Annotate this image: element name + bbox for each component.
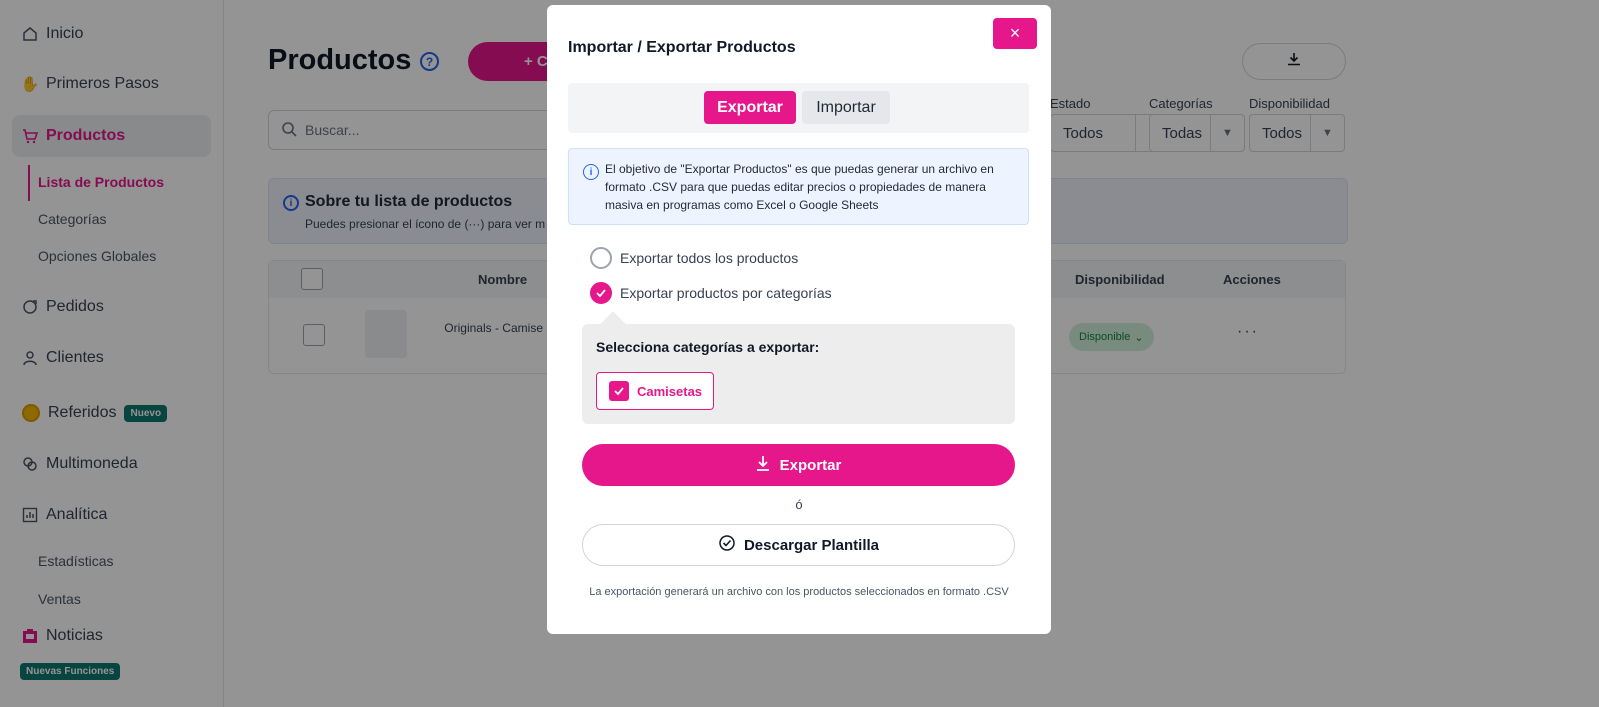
close-icon: × xyxy=(1009,23,1021,43)
category-chip-camisetas[interactable]: Camisetas xyxy=(596,372,714,410)
or-separator: ó xyxy=(795,497,803,512)
category-selector: Selecciona categorías a exportar: Camise… xyxy=(582,311,1015,424)
close-button[interactable]: × xyxy=(993,18,1037,49)
radio-export-all[interactable]: Exportar todos los productos xyxy=(590,246,798,270)
modal-title: Importar / Exportar Productos xyxy=(568,39,796,56)
radio-export-by-category[interactable]: Exportar productos por categorías xyxy=(590,281,832,305)
category-selector-notch xyxy=(600,311,626,337)
info-icon: i xyxy=(583,164,599,180)
radio-label: Exportar todos los productos xyxy=(620,250,799,266)
download-template-button[interactable]: Descargar Plantilla xyxy=(582,524,1015,566)
check-icon xyxy=(609,381,629,401)
export-notice: i El objetivo de "Exportar Productos" es… xyxy=(568,148,1029,225)
import-export-modal: Importar / Exportar Productos × Exportar… xyxy=(547,5,1051,634)
category-name: Camisetas xyxy=(637,383,703,399)
radio-button[interactable] xyxy=(590,247,612,269)
category-selector-title: Selecciona categorías a exportar: xyxy=(596,339,820,355)
modal-tabs: Exportar Importar xyxy=(568,83,1029,133)
badge-check-icon xyxy=(718,534,736,556)
check-icon xyxy=(596,289,606,298)
radio-label: Exportar productos por categorías xyxy=(620,285,832,301)
notice-text: El objetivo de "Exportar Productos" es q… xyxy=(605,162,994,212)
radio-button-checked[interactable] xyxy=(590,282,612,304)
export-button-label: Exportar xyxy=(779,456,842,474)
tab-import[interactable]: Importar xyxy=(802,91,890,124)
tab-export[interactable]: Exportar xyxy=(704,91,796,124)
template-button-label: Descargar Plantilla xyxy=(743,536,880,554)
export-button[interactable]: Exportar xyxy=(582,444,1015,486)
download-icon xyxy=(756,455,770,475)
export-footnote: La exportación generará un archivo con l… xyxy=(589,586,1009,598)
